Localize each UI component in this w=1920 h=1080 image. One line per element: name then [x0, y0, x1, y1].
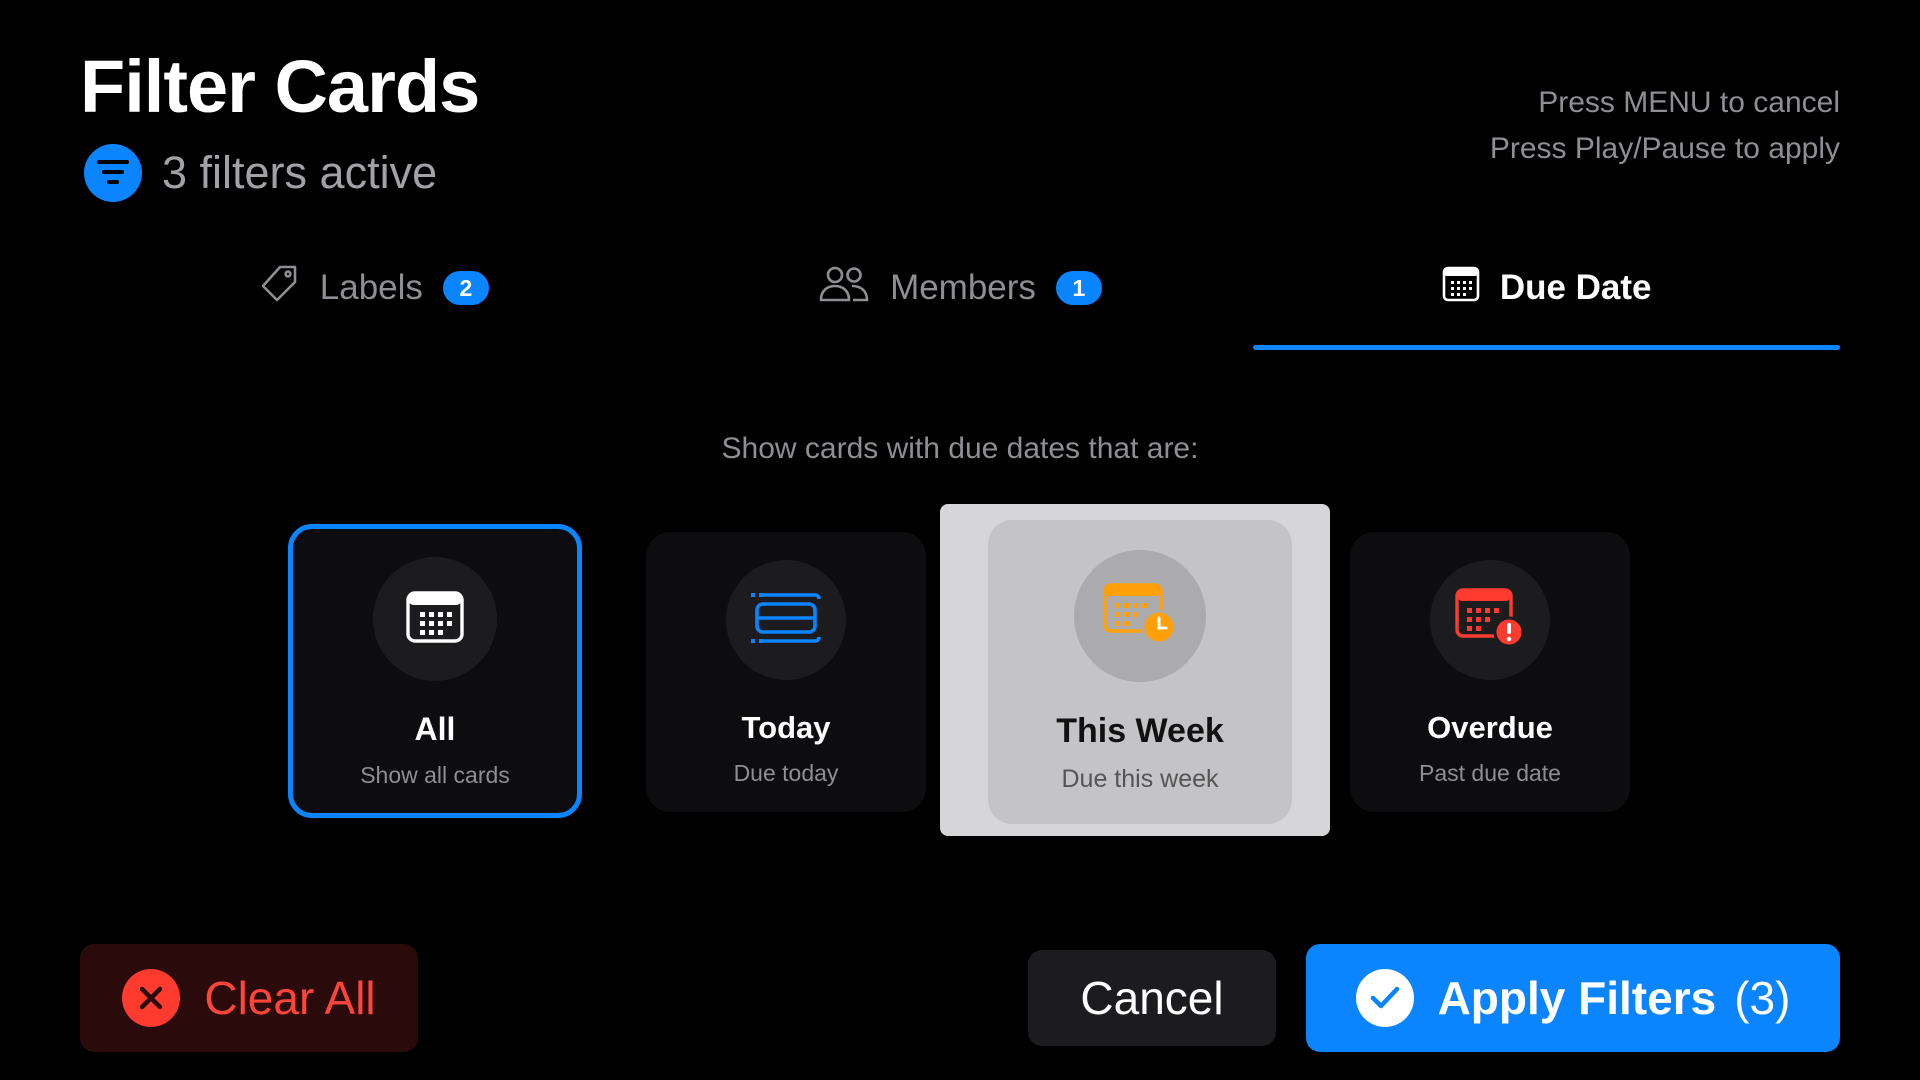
cancel-button[interactable]: Cancel: [1028, 950, 1276, 1046]
tab-labels-label: Labels: [319, 268, 423, 307]
tab-members-badge: 1: [1055, 271, 1102, 305]
calendar-icon: [406, 590, 464, 648]
option-today-sub: Due today: [733, 760, 839, 786]
filter-status: 3 filters active: [84, 144, 437, 202]
option-this-week[interactable]: This Week Due this week: [988, 520, 1292, 824]
tab-due-date[interactable]: Due Date: [1253, 250, 1840, 350]
option-this-week-sub: Due this week: [1061, 765, 1219, 793]
calendar-alert-icon: [1455, 587, 1525, 653]
option-today-icon-circle: [726, 560, 846, 680]
checkmark-icon: [1355, 969, 1414, 1027]
option-this-week-icon-circle: [1074, 550, 1206, 682]
filter-tabs: Labels 2 Members 1 Due Date: [80, 250, 1840, 350]
filter-lines-icon: [84, 144, 142, 202]
option-overdue-sub: Past due date: [1419, 760, 1561, 786]
option-today[interactable]: Today Due today: [646, 532, 926, 812]
option-overdue[interactable]: Overdue Past due date: [1350, 532, 1630, 812]
option-overdue-label: Overdue: [1427, 710, 1553, 745]
tab-labels-badge: 2: [442, 271, 489, 305]
hint-cancel: Press MENU to cancel: [1538, 86, 1840, 119]
tab-labels[interactable]: Labels 2: [80, 250, 667, 326]
apply-filters-count: (3): [1734, 972, 1791, 1024]
due-date-prompt: Show cards with due dates that are:: [721, 432, 1199, 465]
cancel-label: Cancel: [1080, 972, 1224, 1024]
option-all-sub: Show all cards: [360, 762, 510, 788]
tab-members[interactable]: Members 1: [667, 250, 1254, 326]
option-all-label: All: [414, 711, 456, 747]
calendar-icon: [1442, 266, 1480, 311]
option-overdue-icon-circle: [1430, 560, 1550, 680]
clear-all-label: Clear All: [204, 972, 376, 1024]
tag-icon: [258, 263, 300, 314]
option-this-week-label: This Week: [1056, 712, 1224, 750]
apply-filters-button[interactable]: Apply Filters (3): [1306, 944, 1840, 1052]
filters-active-count: 3 filters active: [162, 147, 438, 198]
hint-apply: Press Play/Pause to apply: [1489, 132, 1840, 165]
tab-members-label: Members: [890, 268, 1036, 307]
option-today-label: Today: [741, 710, 831, 745]
clear-all-button[interactable]: Clear All: [80, 944, 418, 1052]
people-icon: [818, 264, 870, 313]
page-title: Filter Cards: [80, 45, 480, 128]
filter-cards-screen: Filter Cards 3 filters active Press MENU…: [0, 0, 1920, 1080]
remote-hints: Press MENU to cancel Press Play/Pause to…: [1490, 80, 1840, 172]
close-icon: [122, 969, 181, 1027]
option-all-icon-circle: [373, 557, 497, 681]
today-icon: [751, 591, 821, 650]
tab-due-date-label: Due Date: [1499, 268, 1652, 307]
calendar-clock-icon: [1103, 582, 1177, 650]
apply-filters-label: Apply Filters: [1437, 972, 1717, 1024]
option-all[interactable]: All Show all cards: [288, 524, 582, 818]
